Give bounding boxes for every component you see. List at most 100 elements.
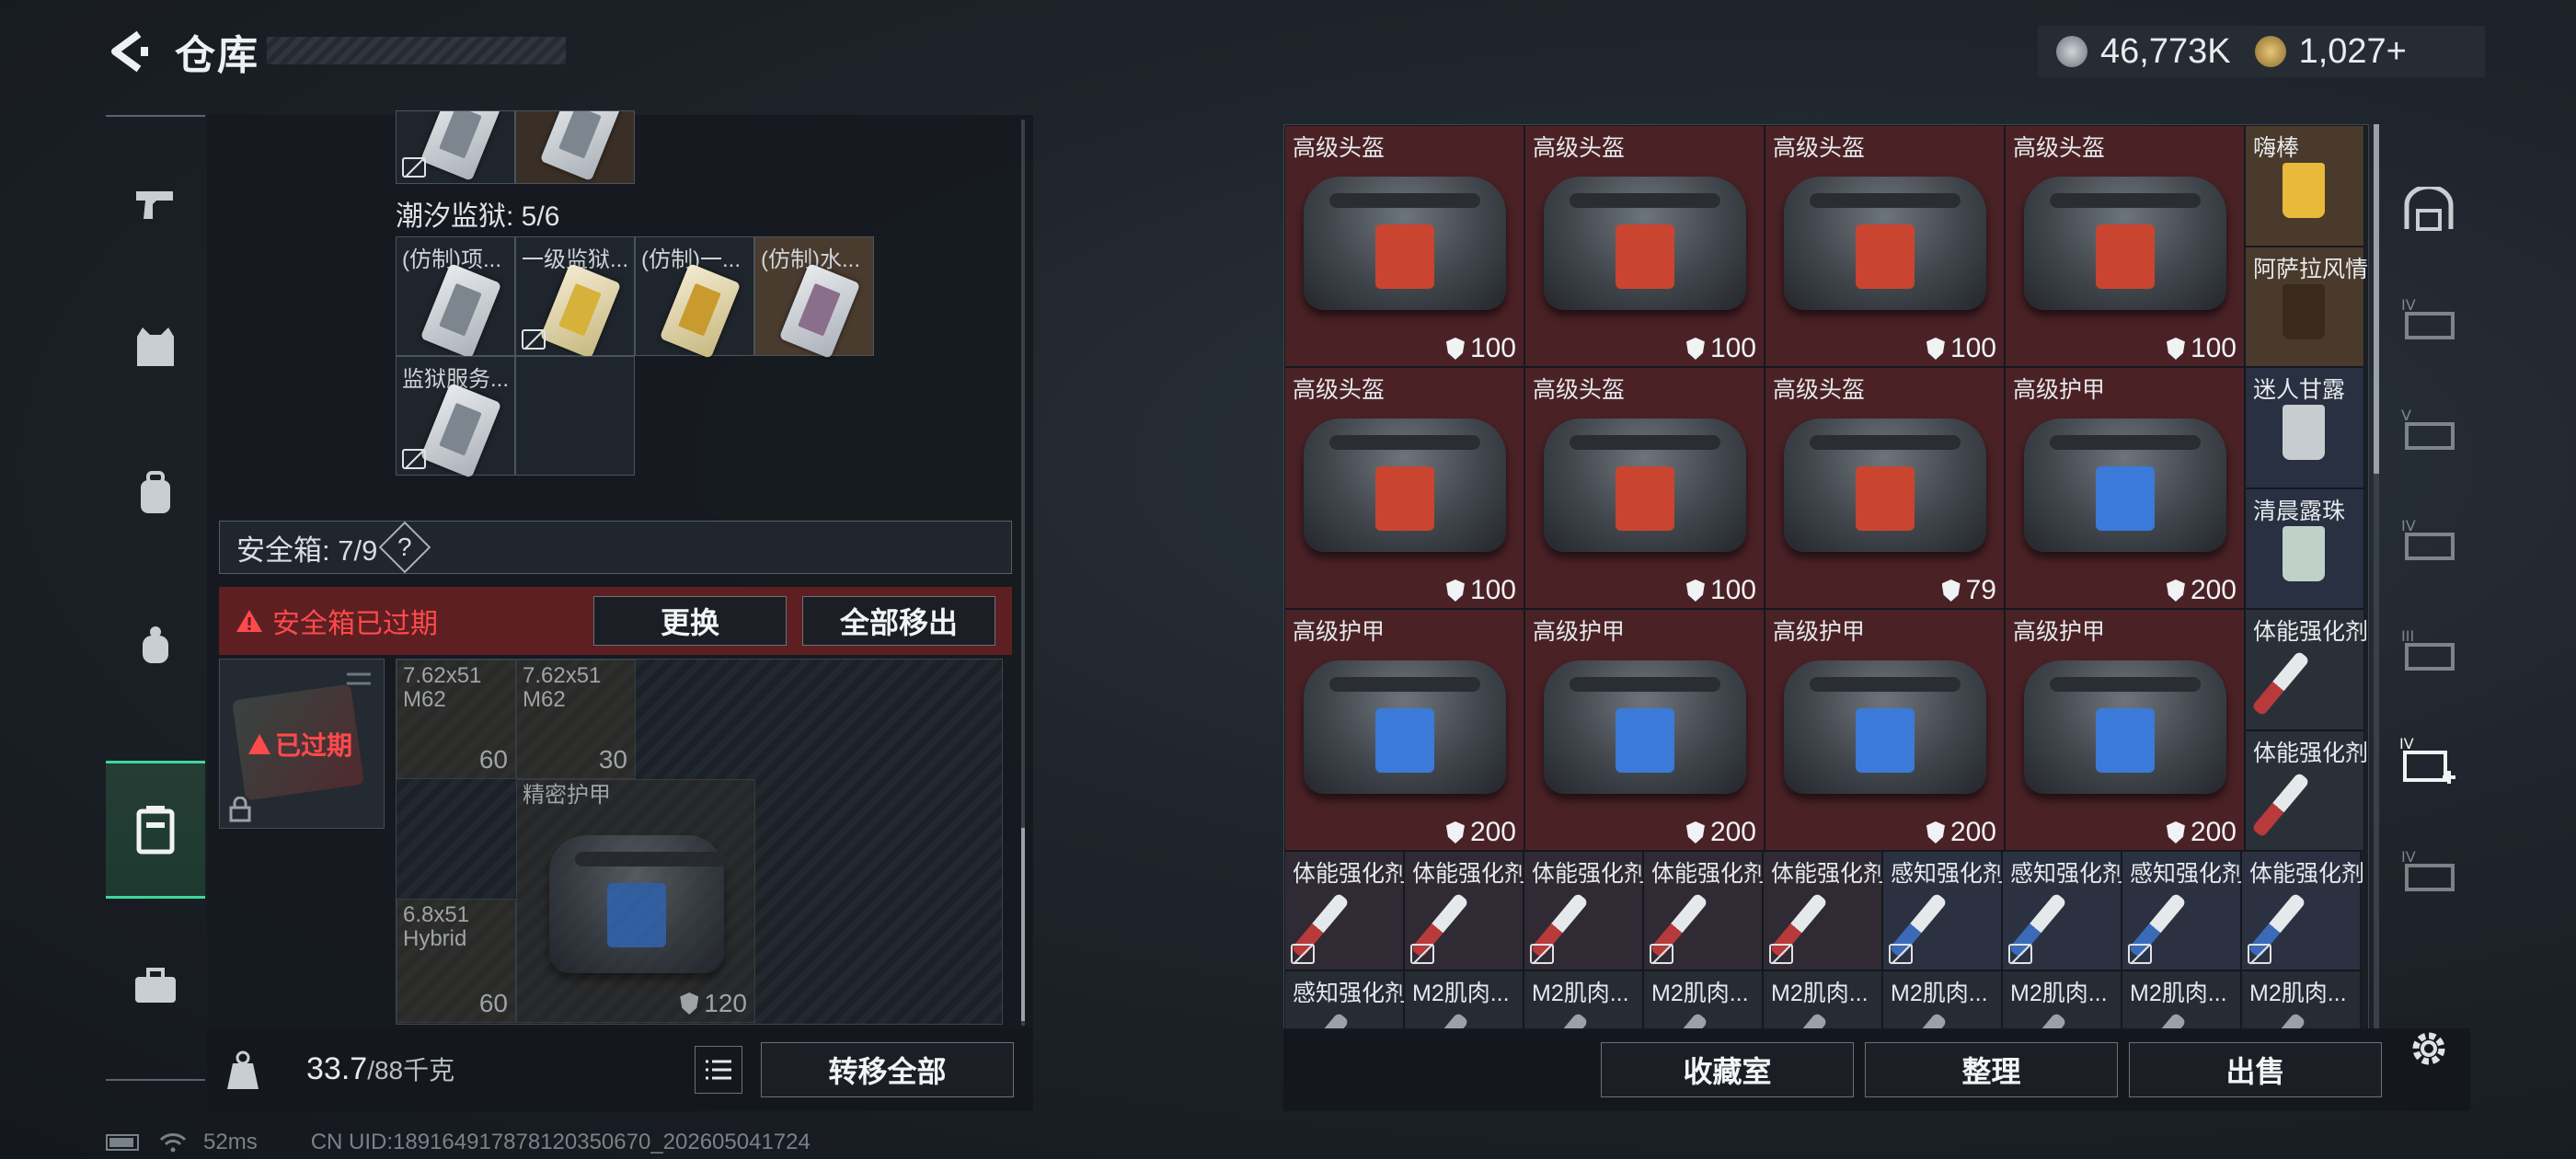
nav-toolbox[interactable] (106, 917, 205, 1055)
back-button[interactable] (101, 26, 156, 77)
syringe-item[interactable]: 感知强化剂 (2002, 851, 2125, 970)
stash-scrollbar[interactable] (2374, 124, 2379, 1030)
ammo-slot[interactable]: 7.62x51 M62 30 (516, 660, 636, 779)
armor-case-item[interactable]: 高级护甲 200 (2005, 367, 2245, 609)
partial-slot[interactable] (396, 110, 515, 184)
syringe-item[interactable]: 体能强化剂 (1404, 851, 1528, 970)
muscle-item[interactable]: M2肌肉... (2241, 970, 2361, 1029)
vault-icon (2404, 186, 2454, 231)
no-entry-icon (402, 449, 426, 469)
ammo-slot[interactable]: 6.8x51 Hybrid 60 (397, 899, 516, 1023)
key-slot[interactable]: (仿制)一... (635, 236, 754, 360)
drink-image (2283, 525, 2325, 581)
item-label: 高级头盔 (2013, 135, 2106, 161)
item-label: 体能强化剂 (1412, 861, 1528, 887)
syringe-item[interactable]: 感知强化剂 (2122, 851, 2245, 970)
helmet-case-item[interactable]: 高级头盔 100 (1765, 125, 2005, 367)
rail-medical-box[interactable]: IV (2387, 708, 2470, 814)
remove-all-button[interactable]: 全部移出 (802, 596, 995, 646)
armor-case-item[interactable]: 高级护甲 200 (2005, 609, 2245, 851)
muscle-item[interactable]: M2肌肉... (1882, 970, 2002, 1029)
sell-button[interactable]: 出售 (2129, 1042, 2382, 1097)
item-label: 高级头盔 (1293, 135, 1386, 161)
syringe-item[interactable]: 体能强化剂 (1524, 851, 1647, 970)
armor-case-item[interactable]: 高级护甲 200 (1284, 609, 1524, 851)
consumable-item[interactable]: 体能强化剂 (2245, 609, 2368, 730)
item-label: 体能强化剂 (1293, 861, 1409, 887)
safe-case-slot[interactable]: 已过期 (219, 659, 385, 829)
rail-container-4c[interactable]: IV (2387, 819, 2470, 924)
replace-button[interactable]: 更换 (593, 596, 787, 646)
list-view-button[interactable] (695, 1046, 742, 1094)
shield-icon (1685, 821, 1705, 843)
key-slot[interactable]: (仿制)项... (396, 236, 515, 360)
title-decoration (267, 37, 566, 64)
muscle-item[interactable]: M2肌肉... (2122, 970, 2241, 1029)
shield-icon (1445, 580, 1465, 602)
syringe-item[interactable]: 体能强化剂 (1763, 851, 1886, 970)
bond-coin-icon (2254, 36, 2286, 67)
storage-crate-icon: III (2401, 628, 2455, 671)
svg-text:IV: IV (2401, 297, 2416, 314)
helmet-case-item[interactable]: 高级头盔 100 (1524, 367, 1765, 609)
armor-slot[interactable]: 精密护甲 120 (516, 779, 755, 1023)
safe-box-header: 安全箱: 7/9 ? (219, 521, 1012, 574)
collection-room-button[interactable]: 收藏室 (1601, 1042, 1854, 1097)
bond-amount[interactable]: 1,027+ (2299, 32, 2407, 72)
key-slot[interactable]: 监狱服务... (396, 356, 515, 479)
nav-vests[interactable] (106, 278, 205, 416)
rail-stash[interactable] (2387, 156, 2470, 262)
empty-slot[interactable] (515, 356, 635, 476)
muscle-item[interactable]: M2肌肉... (1643, 970, 1763, 1029)
item-label: M2肌肉... (2010, 981, 2108, 1006)
nav-safe-box[interactable] (106, 761, 205, 899)
rail-container-4a[interactable]: IV (2387, 267, 2470, 373)
muscle-item[interactable]: 感知强化剂 (1284, 970, 1408, 1029)
syringe-item[interactable]: 体能强化剂 (1643, 851, 1767, 970)
syringe-item[interactable]: 体能强化剂 (2241, 851, 2364, 970)
muscle-item[interactable]: M2肌肉... (1524, 970, 1643, 1029)
partial-slot[interactable] (515, 110, 635, 184)
consumable-item[interactable]: 清晨露珠 (2245, 488, 2364, 609)
syringe-item[interactable]: 感知强化剂 (1882, 851, 2006, 970)
durability: 100 (1685, 575, 1756, 606)
key-slot[interactable]: 一级监狱... (515, 236, 635, 360)
helmet-case-item[interactable]: 高级头盔 100 (1284, 367, 1524, 609)
storage-crate-icon: IV (2401, 518, 2455, 560)
muscle-item[interactable]: M2肌肉... (2002, 970, 2122, 1029)
muscle-item[interactable]: M2肌肉... (1404, 970, 1524, 1029)
consumable-item[interactable]: 迷人甘露 (2245, 367, 2364, 488)
rail-container-5[interactable]: V (2387, 377, 2470, 483)
armor-case-item[interactable]: 高级护甲 200 (1524, 609, 1765, 851)
durability: 200 (2166, 575, 2237, 606)
sort-button[interactable]: 整理 (1865, 1042, 2118, 1097)
help-button[interactable]: ? (379, 521, 431, 574)
consumable-item[interactable]: 体能强化剂 (2245, 729, 2368, 851)
duffel-bag-image (1544, 177, 1746, 310)
item-label: 体能强化剂 (1651, 861, 1767, 887)
syringe-item[interactable]: 体能强化剂 (1284, 851, 1408, 970)
nav-backpacks[interactable] (106, 425, 205, 563)
nav-pouch[interactable] (106, 577, 205, 715)
storage-crate-icon: V (2401, 407, 2455, 450)
helmet-case-item[interactable]: 高级头盔 100 (1284, 125, 1524, 367)
helmet-case-item[interactable]: 高级头盔 100 (2005, 125, 2245, 367)
rail-container-3[interactable]: III (2387, 598, 2470, 704)
consumable-item[interactable]: 嗨棒 (2245, 125, 2364, 247)
duffel-bag-image (1784, 419, 1986, 552)
transfer-all-button[interactable]: 转移全部 (761, 1042, 1014, 1097)
consumable-item[interactable]: 阿萨拉风情 (2245, 246, 2368, 367)
durability: 100 (1685, 333, 1756, 364)
no-entry-icon (1530, 944, 1554, 964)
key-slot[interactable]: (仿制)水... (754, 236, 874, 360)
armor-case-item[interactable]: 高级护甲 200 (1765, 609, 2005, 851)
settings-button[interactable] (2401, 1021, 2456, 1076)
helmet-case-item[interactable]: 高级头盔 100 (1524, 125, 1765, 367)
left-scrollbar[interactable] (1021, 120, 1025, 1026)
no-entry-icon (522, 329, 546, 350)
nav-weapons[interactable] (106, 135, 205, 273)
helmet-case-item[interactable]: 高级头盔 79 (1765, 367, 2005, 609)
ammo-slot[interactable]: 7.62x51 M62 60 (397, 660, 516, 779)
muscle-item[interactable]: M2肌肉... (1763, 970, 1882, 1029)
rail-container-4b[interactable]: IV (2387, 488, 2470, 593)
